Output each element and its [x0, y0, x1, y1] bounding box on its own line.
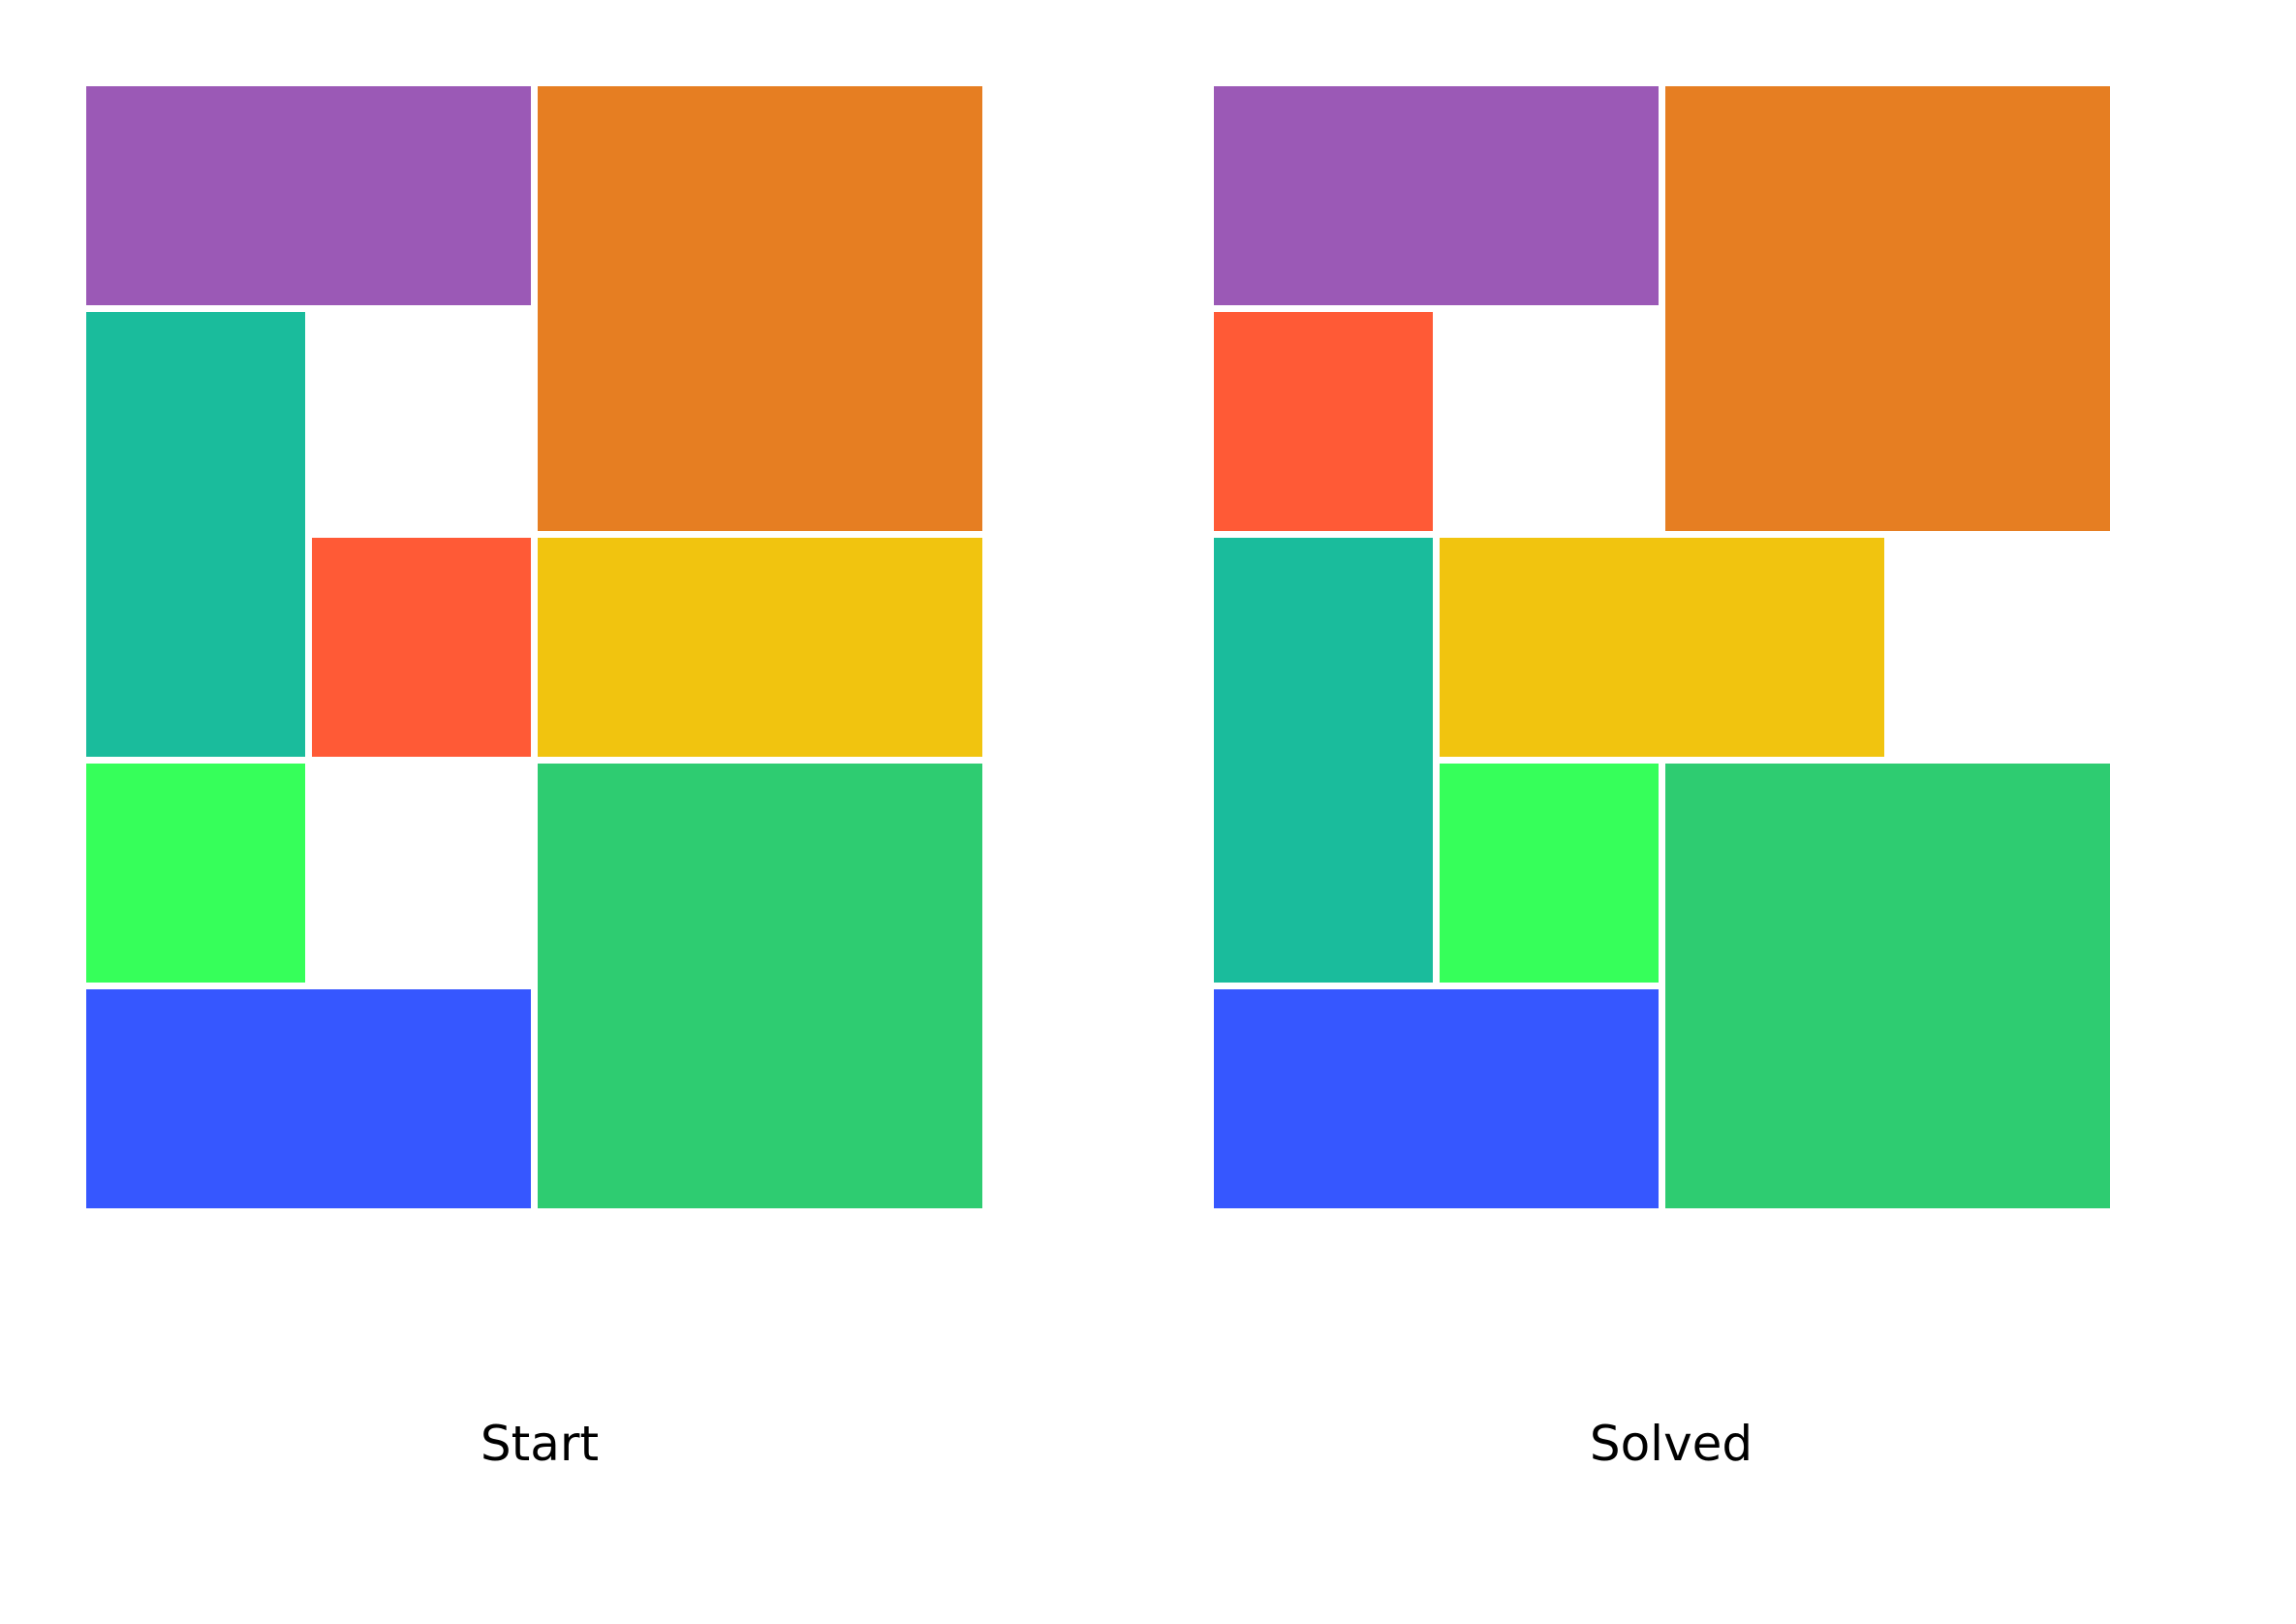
start-board: [86, 86, 989, 1215]
start-purple-block[interactable]: [86, 86, 531, 305]
start-caption: Start: [480, 1416, 600, 1472]
start-teal-block[interactable]: [86, 312, 305, 757]
solved-blue-block[interactable]: [1214, 989, 1659, 1208]
start-yellow-block[interactable]: [538, 538, 982, 757]
solved-board: [1214, 86, 2117, 1215]
solved-lime-block[interactable]: [1440, 764, 1659, 983]
solved-green-block[interactable]: [1665, 764, 2110, 1208]
solved-orange-block[interactable]: [1665, 86, 2110, 531]
start-lime-block[interactable]: [86, 764, 305, 983]
solved-yellow-block[interactable]: [1440, 538, 1884, 757]
solved-caption: Solved: [1589, 1416, 1753, 1472]
start-green-block[interactable]: [538, 764, 982, 1208]
solved-teal-block[interactable]: [1214, 538, 1433, 983]
start-orange-block[interactable]: [538, 86, 982, 531]
solved-red-block[interactable]: [1214, 312, 1433, 531]
start-red-block[interactable]: [312, 538, 531, 757]
start-blue-block[interactable]: [86, 989, 531, 1208]
solved-purple-block[interactable]: [1214, 86, 1659, 305]
